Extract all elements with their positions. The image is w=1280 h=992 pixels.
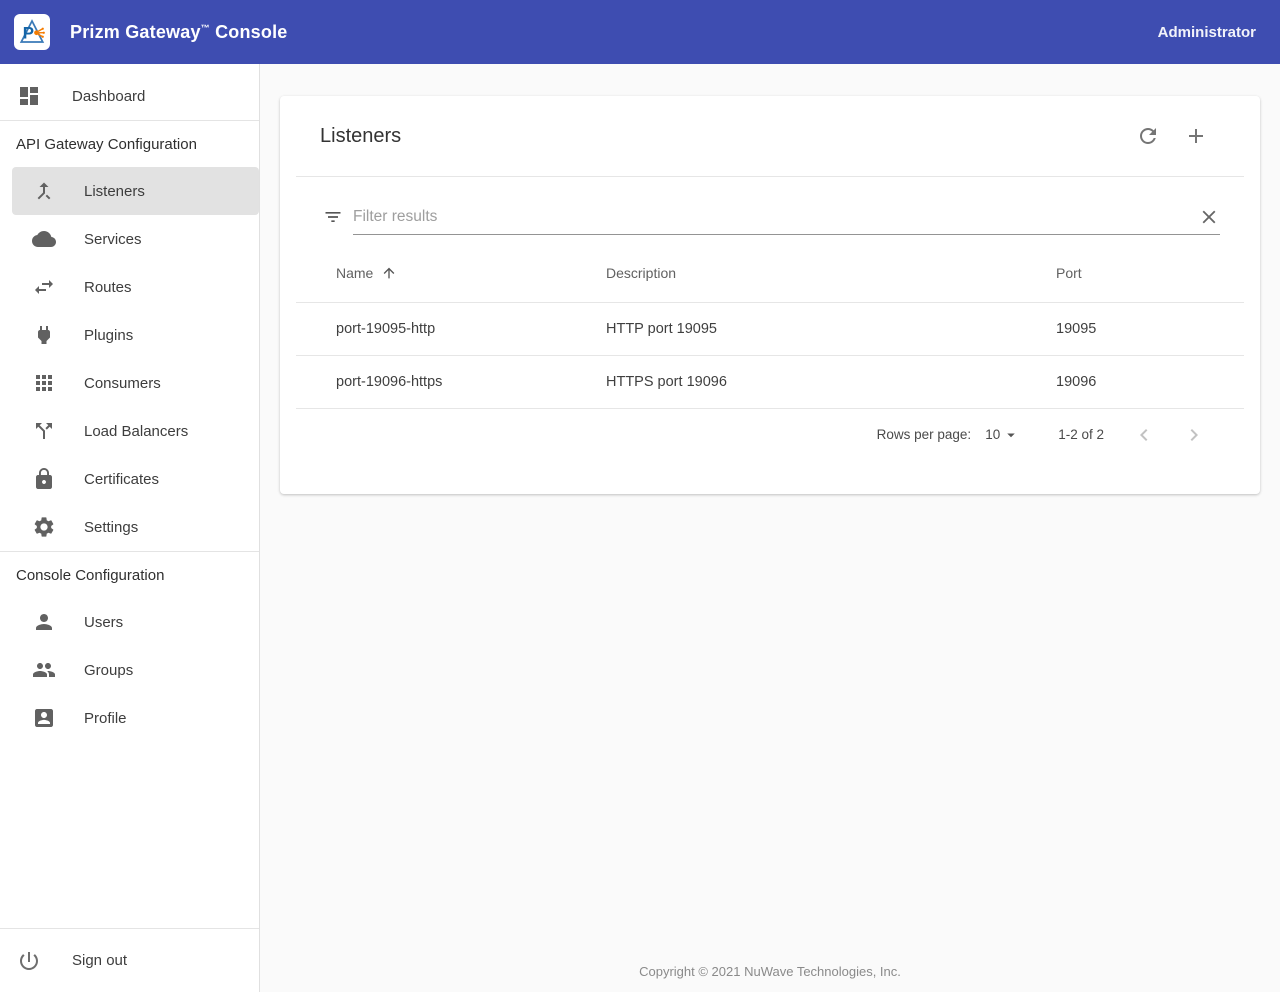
- sidebar-item-label: Settings: [84, 519, 138, 536]
- person-icon: [32, 610, 56, 634]
- sidebar-item-label: Dashboard: [72, 88, 145, 105]
- previous-page-button[interactable]: [1132, 423, 1156, 447]
- table-pagination: Rows per page: 10 1-2 of 2: [280, 409, 1260, 461]
- next-page-button[interactable]: [1182, 423, 1206, 447]
- listeners-table: Name Description Port port-19095-http HT…: [296, 245, 1244, 409]
- filter-input[interactable]: [353, 208, 1198, 226]
- sidebar-item-settings[interactable]: Settings: [0, 503, 259, 551]
- table-header-row: Name Description Port: [296, 245, 1244, 302]
- close-icon: [1198, 206, 1220, 228]
- section-console-configuration: Console Configuration: [0, 552, 259, 598]
- top-app-bar: P Prizm Gateway™ Console Administrator: [0, 0, 1280, 64]
- call-split-icon: [32, 419, 56, 443]
- plus-icon: [1184, 124, 1208, 148]
- cell-description: HTTPS port 19096: [566, 355, 1016, 408]
- refresh-button[interactable]: [1136, 124, 1160, 148]
- rows-per-page-label: Rows per page:: [877, 427, 972, 442]
- sidebar-nav: Dashboard API Gateway Configuration List…: [0, 64, 260, 992]
- app-root: P Prizm Gateway™ Console Administrator: [0, 0, 1280, 992]
- prizm-logo-icon: P: [17, 17, 47, 47]
- chevron-down-icon: [1002, 426, 1020, 444]
- column-header-description: Description: [566, 245, 1016, 302]
- sidebar-item-label: Listeners: [84, 183, 145, 200]
- sidebar-item-plugins[interactable]: Plugins: [0, 311, 259, 359]
- sidebar-item-users[interactable]: Users: [0, 598, 259, 646]
- sidebar-item-label: Routes: [84, 279, 132, 296]
- column-header-port: Port: [1016, 245, 1244, 302]
- trademark-symbol: ™: [201, 23, 210, 33]
- sidebar-item-label: Profile: [84, 710, 127, 727]
- pagination-range-label: 1-2 of 2: [1058, 427, 1104, 442]
- sidebar-item-listeners[interactable]: Listeners: [12, 167, 259, 215]
- contact-card-icon: [32, 706, 56, 730]
- sign-out-button[interactable]: Sign out: [0, 929, 259, 992]
- power-plug-icon: [32, 323, 56, 347]
- sidebar-item-groups[interactable]: Groups: [0, 646, 259, 694]
- svg-text:P: P: [23, 24, 34, 43]
- sidebar-item-services[interactable]: Services: [0, 215, 259, 263]
- sidebar-item-label: Load Balancers: [84, 423, 188, 440]
- listeners-card-header: Listeners: [296, 96, 1244, 177]
- filter-icon: [323, 207, 343, 227]
- app-title: Prizm Gateway™ Console: [70, 22, 287, 43]
- chevron-right-icon: [1182, 423, 1206, 447]
- gear-icon: [32, 515, 56, 539]
- sign-out-label: Sign out: [72, 952, 127, 969]
- add-listener-button[interactable]: [1184, 124, 1208, 148]
- table-row[interactable]: port-19095-http HTTP port 19095 19095: [296, 302, 1244, 355]
- call-merge-icon: [32, 179, 56, 203]
- sidebar-item-routes[interactable]: Routes: [0, 263, 259, 311]
- cell-description: HTTP port 19095: [566, 302, 1016, 355]
- swap-horiz-icon: [32, 275, 56, 299]
- clear-filter-button[interactable]: [1198, 206, 1220, 228]
- chevron-left-icon: [1132, 423, 1156, 447]
- cell-port: 19096: [1016, 355, 1244, 408]
- page-title: Listeners: [320, 125, 401, 148]
- sort-ascending-icon: [381, 265, 397, 281]
- sidebar-item-label: Groups: [84, 662, 133, 679]
- sidebar-item-load-balancers[interactable]: Load Balancers: [0, 407, 259, 455]
- column-header-name[interactable]: Name: [296, 245, 566, 302]
- listeners-card: Listeners: [280, 96, 1260, 494]
- sidebar-item-label: Users: [84, 614, 123, 631]
- sidebar-item-label: Certificates: [84, 471, 159, 488]
- copyright-footer: Copyright © 2021 NuWave Technologies, In…: [260, 964, 1280, 992]
- refresh-icon: [1136, 124, 1160, 148]
- rows-per-page-select[interactable]: 10: [985, 426, 1020, 444]
- sidebar-item-label: Services: [84, 231, 142, 248]
- sidebar-item-label: Consumers: [84, 375, 161, 392]
- sidebar-item-consumers[interactable]: Consumers: [0, 359, 259, 407]
- cell-port: 19095: [1016, 302, 1244, 355]
- table-row[interactable]: port-19096-https HTTPS port 19096 19096: [296, 355, 1244, 408]
- power-icon: [17, 949, 41, 973]
- filter-row: [323, 197, 1220, 235]
- main-content: Listeners: [260, 64, 1280, 992]
- sidebar-item-profile[interactable]: Profile: [0, 694, 259, 742]
- section-api-gateway-configuration: API Gateway Configuration: [0, 121, 259, 167]
- cell-name: port-19095-http: [296, 302, 566, 355]
- cell-name: port-19096-https: [296, 355, 566, 408]
- people-icon: [32, 658, 56, 682]
- lock-icon: [32, 467, 56, 491]
- current-user-label: Administrator: [1158, 24, 1256, 41]
- sidebar-item-dashboard[interactable]: Dashboard: [0, 72, 259, 120]
- sidebar-item-certificates[interactable]: Certificates: [0, 455, 259, 503]
- dashboard-icon: [17, 84, 41, 108]
- sidebar-item-label: Plugins: [84, 327, 133, 344]
- cloud-icon: [32, 227, 56, 251]
- prizm-logo: P: [14, 14, 50, 50]
- apps-grid-icon: [32, 371, 56, 395]
